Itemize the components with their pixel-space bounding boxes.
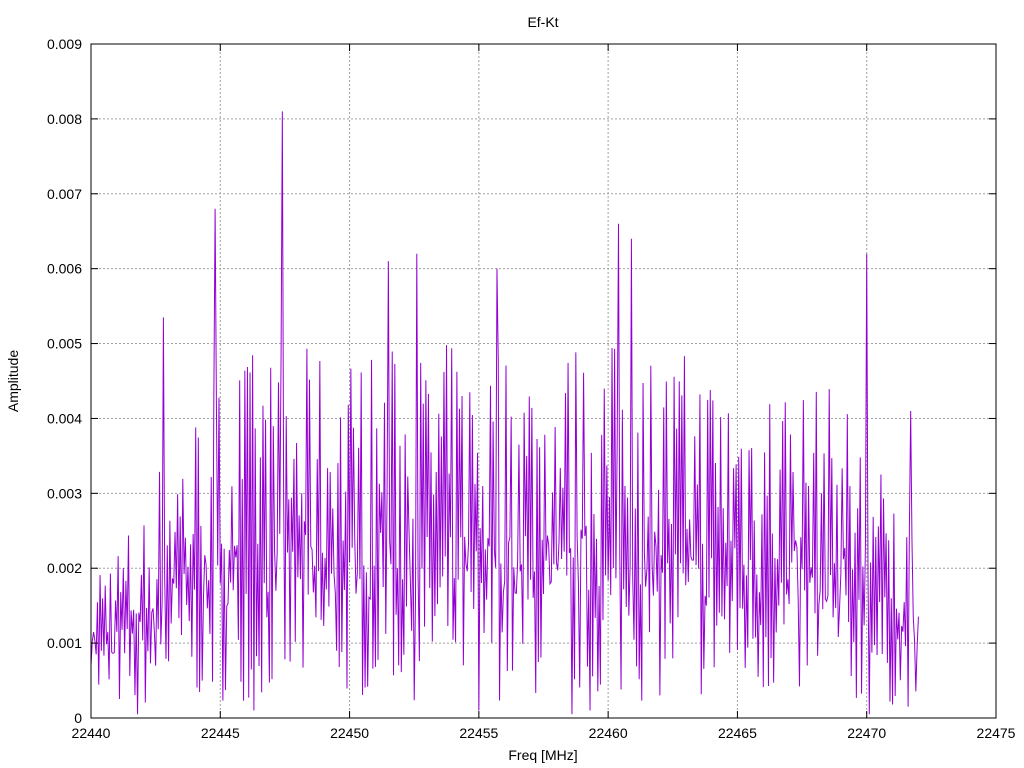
- y-tick-label: 0: [74, 710, 82, 726]
- y-tick-label: 0.007: [47, 186, 82, 202]
- y-tick-label: 0.003: [47, 485, 82, 501]
- y-tick-label: 0.009: [47, 36, 82, 52]
- x-tick-label: 22475: [977, 725, 1016, 741]
- x-tick-label: 22440: [72, 725, 111, 741]
- y-tick-label: 0.001: [47, 635, 82, 651]
- y-tick-label: 0.002: [47, 560, 82, 576]
- x-tick-label: 22455: [459, 725, 498, 741]
- y-tick-label: 0.006: [47, 261, 82, 277]
- y-axis-title: Amplitude: [5, 350, 21, 412]
- x-tick-label: 22450: [330, 725, 369, 741]
- y-tick-label: 0.008: [47, 111, 82, 127]
- x-tick-label: 22445: [201, 725, 240, 741]
- chart-title: Ef-Kt: [527, 14, 558, 30]
- x-tick-label: 22460: [589, 725, 628, 741]
- x-axis-title: Freq [MHz]: [508, 747, 577, 763]
- x-tick-label: 22470: [847, 725, 886, 741]
- y-tick-label: 0.004: [47, 410, 82, 426]
- x-tick-label: 22465: [718, 725, 757, 741]
- y-tick-label: 0.005: [47, 336, 82, 352]
- chart: 22440 22445 22450 22455 22460 22465 22470 22475…: [0, 0, 1024, 768]
